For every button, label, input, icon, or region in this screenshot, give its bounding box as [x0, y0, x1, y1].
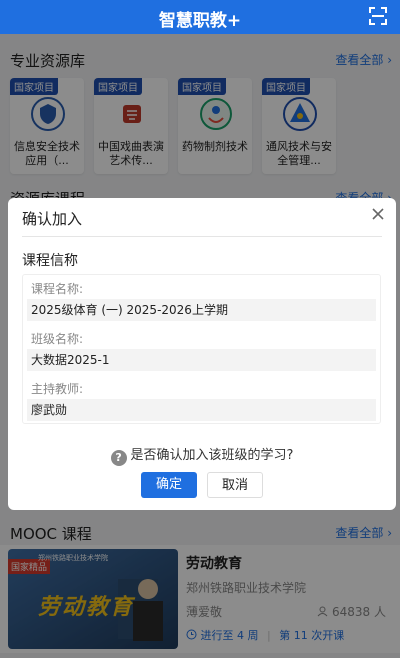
cancel-button[interactable]: 取消: [207, 472, 263, 498]
app-title: 智慧职教+: [158, 11, 242, 31]
course-info-box: 课程名称: 2025级体育 (一) 2025-2026上学期 班级名称: 大数据…: [22, 274, 381, 424]
app-header: 智慧职教+: [0, 0, 400, 34]
class-name-value: 大数据2025-1: [27, 349, 376, 371]
confirm-question-text: 是否确认加入该班级的学习?: [130, 448, 294, 463]
dialog-divider: [22, 236, 382, 237]
confirm-button[interactable]: 确定: [141, 472, 197, 498]
class-name-label: 班级名称:: [31, 332, 84, 346]
confirm-join-dialog: 确认加入 课程信称 课程名称: 2025级体育 (一) 2025-2026上学期…: [8, 198, 396, 510]
course-name-label: 课程名称:: [31, 282, 84, 296]
course-name-value: 2025级体育 (一) 2025-2026上学期: [27, 299, 376, 321]
dialog-title: 确认加入: [22, 210, 83, 228]
teacher-value: 廖武勋: [27, 399, 376, 421]
scan-icon[interactable]: [368, 6, 388, 26]
question-icon: ?: [110, 450, 127, 466]
confirm-question: ? 是否确认加入该班级的学习?: [8, 444, 396, 466]
dialog-subtitle: 课程信称: [22, 253, 78, 269]
close-icon[interactable]: [370, 206, 386, 222]
teacher-label: 主持教师:: [31, 382, 84, 396]
